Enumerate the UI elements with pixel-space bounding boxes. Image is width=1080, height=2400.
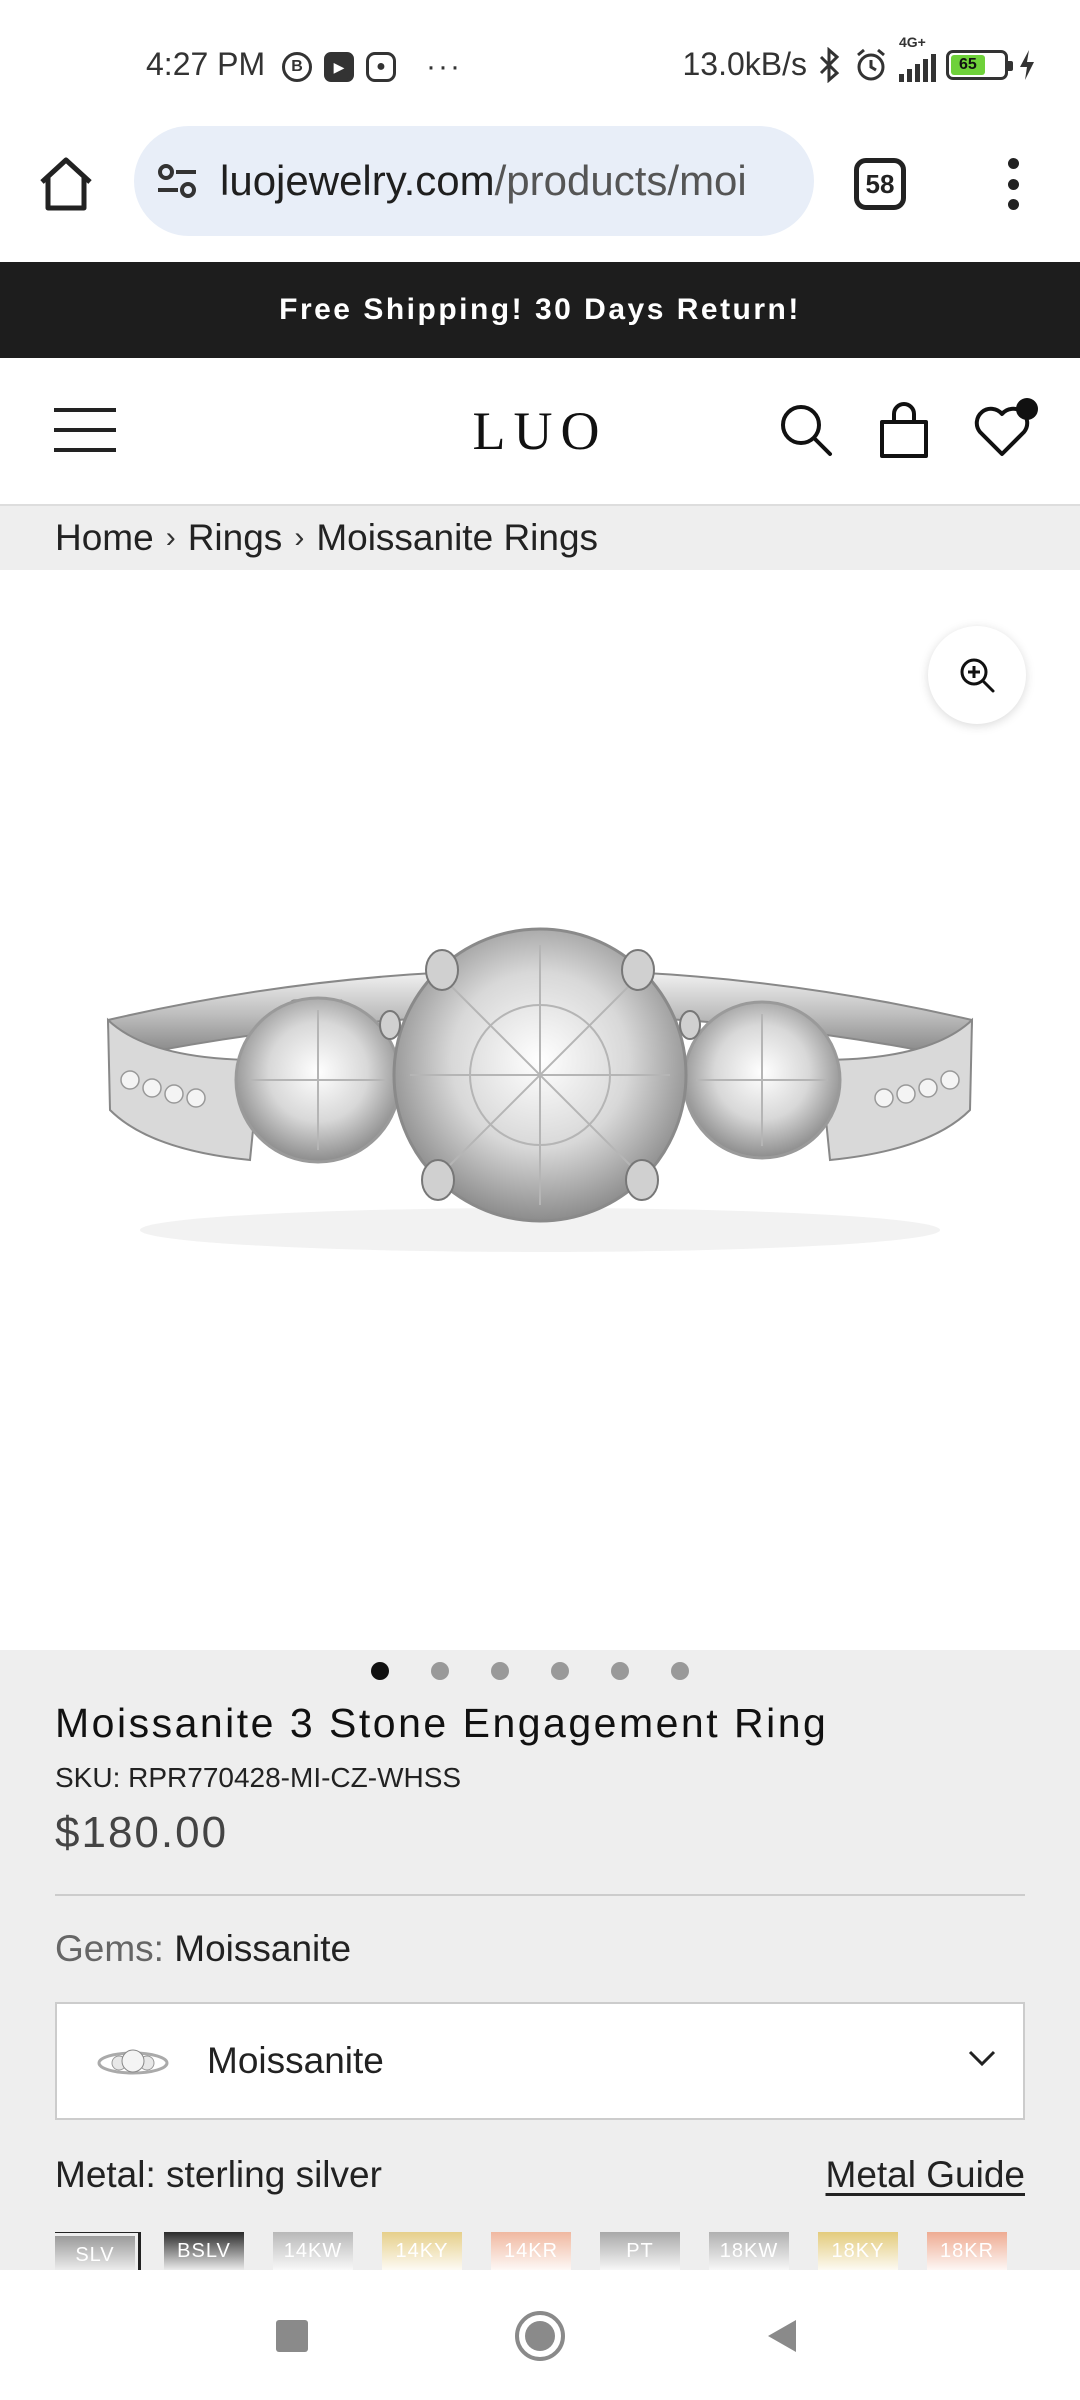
status-right: 13.0kB/s 4G+ 65 bbox=[682, 34, 1036, 83]
metal-swatch[interactable]: 18KW bbox=[709, 2232, 789, 2270]
signal-icon: 4G+ bbox=[899, 34, 936, 82]
back-button[interactable] bbox=[752, 2306, 812, 2366]
home-circle-icon bbox=[515, 2311, 565, 2361]
recents-button[interactable] bbox=[262, 2306, 322, 2366]
charging-icon bbox=[1020, 49, 1034, 80]
swatch-label: 18KY bbox=[831, 2240, 885, 2262]
url-path: /products/moi bbox=[494, 157, 747, 204]
breadcrumb-moissanite-rings[interactable]: Moissanite Rings bbox=[316, 517, 598, 559]
divider bbox=[55, 1894, 1025, 1896]
zoom-in-icon bbox=[960, 658, 995, 693]
menu-dot bbox=[1007, 199, 1019, 210]
metal-swatch[interactable]: 18KR bbox=[927, 2232, 1007, 2270]
recents-square-icon bbox=[276, 2320, 308, 2352]
shopping-bag-icon[interactable] bbox=[874, 400, 934, 460]
zoom-button[interactable] bbox=[928, 626, 1026, 724]
gems-select[interactable]: Moissanite bbox=[55, 2002, 1025, 2120]
product-image-gallery[interactable]: S925 bbox=[0, 570, 1080, 1650]
network-speed: 13.0kB/s bbox=[682, 46, 807, 82]
metal-swatch[interactable]: 14KW bbox=[273, 2232, 353, 2270]
gems-option-label: Gems: Moissanite bbox=[55, 1928, 351, 1970]
gems-label-value: Moissanite bbox=[174, 1928, 352, 1969]
gems-select-value: Moissanite bbox=[207, 2040, 384, 2081]
breadcrumb-separator: › bbox=[294, 521, 305, 554]
announcement-bar[interactable]: Free Shipping! 30 Days Return! bbox=[0, 262, 1080, 358]
menu-dot bbox=[1007, 158, 1019, 169]
swatch-label: 18KW bbox=[719, 2240, 779, 2262]
metal-swatch[interactable]: SLV bbox=[55, 2232, 141, 2270]
url-text: luojewelry.com/products/moi bbox=[220, 157, 747, 205]
tab-switcher-button[interactable]: 58 bbox=[854, 158, 906, 210]
more-icon: ··· bbox=[426, 50, 462, 83]
home-nav-button[interactable] bbox=[510, 2306, 570, 2366]
swatch-label: BSLV bbox=[177, 2240, 231, 2262]
metal-swatch[interactable]: PT bbox=[600, 2232, 680, 2270]
site-settings-icon[interactable] bbox=[154, 158, 200, 204]
wishlist-badge bbox=[1016, 398, 1038, 420]
home-icon bbox=[40, 157, 92, 211]
swatch-label: 14KY bbox=[395, 2240, 449, 2262]
battery-level: 65 bbox=[951, 54, 985, 75]
pagination-dot[interactable] bbox=[371, 1662, 389, 1680]
breadcrumb-home[interactable]: Home bbox=[55, 517, 154, 559]
menu-dot bbox=[1007, 178, 1019, 190]
address-bar[interactable]: luojewelry.com/products/moi bbox=[134, 126, 814, 236]
battery-icon: 65 bbox=[946, 49, 1013, 80]
ring-thumbnail bbox=[97, 2049, 169, 2075]
swatch-label: SLV bbox=[75, 2244, 115, 2266]
product-price: $180.00 bbox=[55, 1808, 229, 1857]
breadcrumb-separator: › bbox=[165, 521, 176, 554]
browser-toolbar: luojewelry.com/products/moi 58 bbox=[0, 122, 1080, 262]
metal-swatch[interactable]: 14KY bbox=[382, 2232, 462, 2270]
metal-swatch[interactable]: 18KY bbox=[818, 2232, 898, 2270]
status-time: 4:27 PM bbox=[146, 46, 266, 82]
pagination-dot[interactable] bbox=[431, 1662, 449, 1680]
gems-label-key: Gems: bbox=[55, 1928, 164, 1969]
alarm-icon bbox=[857, 48, 885, 80]
metal-guide-link[interactable]: Metal Guide bbox=[826, 2154, 1026, 2196]
hamburger-menu-icon[interactable] bbox=[54, 408, 116, 452]
swatch-label: 18KR bbox=[939, 2240, 995, 2262]
metal-swatches: SLV BSLV 14KW 14KY 14KR PT 18KW 18KY 18K… bbox=[55, 2232, 1055, 2270]
system-navigation-bar bbox=[0, 2270, 1080, 2400]
swatch-label: 14KR bbox=[503, 2240, 559, 2262]
ring-product-image: S925 bbox=[106, 927, 974, 1252]
instagram-icon: ● bbox=[366, 52, 396, 82]
search-icon[interactable] bbox=[776, 400, 836, 460]
network-type: 4G+ bbox=[899, 33, 926, 50]
pagination-dot[interactable] bbox=[611, 1662, 629, 1680]
metal-option-label: Metal: sterling silver bbox=[55, 2154, 382, 2195]
back-triangle-icon bbox=[768, 2320, 796, 2352]
browser-menu-button[interactable] bbox=[998, 152, 1028, 216]
gallery-pagination bbox=[0, 1662, 1080, 1680]
breadcrumb: Home › Rings › Moissanite Rings bbox=[0, 506, 1080, 570]
browser-home-button[interactable] bbox=[34, 152, 98, 216]
status-bar: 4:27 PM B ▶ ● ··· 13.0kB/s 4G+ 65 bbox=[0, 0, 1080, 122]
pagination-dot[interactable] bbox=[671, 1662, 689, 1680]
youtube-icon: ▶ bbox=[324, 52, 354, 82]
pagination-dot[interactable] bbox=[551, 1662, 569, 1680]
chevron-down-icon bbox=[968, 2050, 996, 2067]
product-sku: SKU: RPR770428-MI-CZ-WHSS bbox=[55, 1762, 462, 1793]
product-info: Moissanite 3 Stone Engagement Ring SKU: … bbox=[0, 1650, 1080, 2270]
pagination-dot[interactable] bbox=[491, 1662, 509, 1680]
notification-icons: B ▶ ● ··· bbox=[282, 50, 462, 84]
metal-swatch[interactable]: 14KR bbox=[491, 2232, 571, 2270]
url-domain: luojewelry.com bbox=[220, 157, 495, 204]
swatch-label: PT bbox=[626, 2240, 654, 2262]
bluetooth-icon bbox=[819, 46, 840, 83]
breadcrumb-rings[interactable]: Rings bbox=[188, 517, 283, 559]
b-icon: B bbox=[282, 52, 312, 82]
product-title: Moissanite 3 Stone Engagement Ring bbox=[55, 1700, 829, 1746]
site-header: LUO bbox=[0, 358, 1080, 506]
metal-swatch[interactable]: BSLV bbox=[164, 2232, 244, 2270]
swatch-label: 14KW bbox=[283, 2240, 343, 2262]
